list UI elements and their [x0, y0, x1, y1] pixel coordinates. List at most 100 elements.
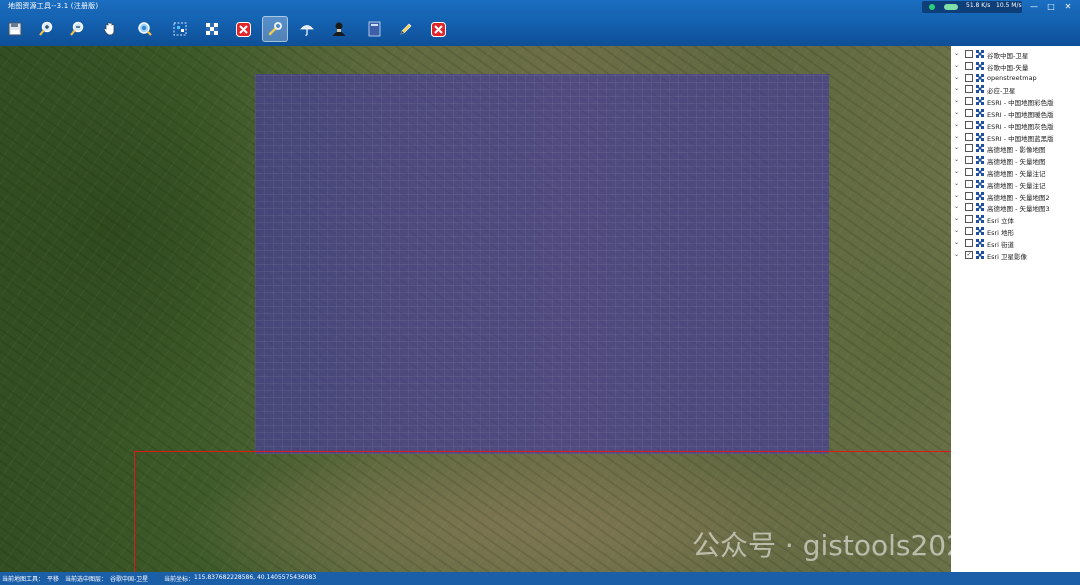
layer-item[interactable]: ⌄ 高德地图 - 矢量注记: [951, 178, 1080, 190]
select-grid-icon: [173, 22, 187, 36]
layer-checkbox[interactable]: [965, 73, 973, 82]
layer-item[interactable]: ⌄ Esri 立体: [951, 213, 1080, 225]
pan-button[interactable]: [99, 18, 121, 40]
layer-checkbox[interactable]: [965, 50, 973, 58]
layer-item[interactable]: ⌄ ESRI - 中国地图暖色版: [951, 107, 1080, 119]
map-canvas[interactable]: 公众号 · gistools2021: [0, 46, 951, 572]
layer-item[interactable]: ⌄ ESRI - 中国地图灰色版: [951, 119, 1080, 131]
zoom-out-button[interactable]: [66, 18, 88, 40]
map-layer-icon: [976, 156, 984, 165]
map-layer-icon: [976, 179, 984, 188]
layer-label: 高德地图 - 矢量注记: [987, 181, 1046, 190]
expand-chevron-icon[interactable]: ⌄: [954, 239, 962, 246]
window-title: 地图资源工具--3.1 (注册版): [8, 2, 99, 10]
expand-chevron-icon[interactable]: ⌄: [954, 121, 962, 128]
layer-label: ESRI - 中国地图暖色版: [987, 111, 1054, 119]
toolbar: [0, 14, 1080, 46]
save-button[interactable]: [4, 18, 26, 40]
layer-checkbox[interactable]: [965, 85, 973, 94]
layer-item[interactable]: ⌄ 高德地图 - 矢量地图3: [951, 201, 1080, 213]
maximize-button[interactable]: □: [1043, 0, 1059, 14]
network-monitor: 51.8 K/s 10.5 M/s: [922, 1, 1022, 13]
toggle-switch[interactable]: [944, 4, 958, 10]
map-layer-icon: [976, 120, 984, 129]
help-button[interactable]: [363, 18, 385, 40]
layer-checkbox[interactable]: [965, 203, 973, 212]
layer-label: 高德地图 - 矢量地图2: [987, 193, 1050, 202]
wrench-icon: [268, 22, 282, 36]
user-icon: [332, 22, 346, 36]
full-extent-button[interactable]: [134, 18, 156, 40]
layer-checkbox[interactable]: [965, 215, 973, 224]
title-bar: 地图资源工具--3.1 (注册版) 51.8 K/s 10.5 M/s — □ …: [0, 0, 1080, 14]
layer-item[interactable]: ⌄ Esri 地形: [951, 225, 1080, 237]
expand-chevron-icon[interactable]: ⌄: [954, 50, 962, 57]
map-layer-icon: [976, 227, 984, 235]
layer-item[interactable]: ⌄ ESRI - 中国地图彩色版: [951, 95, 1080, 107]
map-layer-icon: [976, 109, 984, 117]
layer-item[interactable]: ⌄ openstreetmap: [951, 72, 1080, 84]
layer-checkbox[interactable]: [965, 61, 973, 70]
exit-button[interactable]: [427, 18, 449, 40]
layer-checkbox[interactable]: [965, 179, 973, 188]
draw-button[interactable]: [395, 18, 417, 40]
layer-checkbox[interactable]: [965, 120, 973, 129]
expand-chevron-icon[interactable]: ⌄: [954, 97, 962, 104]
layer-item[interactable]: ⌄ 高德地图 - 矢量地图: [951, 154, 1080, 166]
layer-checkbox[interactable]: [965, 132, 973, 141]
zoom-in-button[interactable]: [35, 18, 57, 40]
layer-label: Esri 地形: [987, 229, 1015, 237]
expand-chevron-icon[interactable]: ⌄: [954, 168, 962, 175]
expand-chevron-icon[interactable]: ⌄: [954, 203, 962, 210]
layer-checkbox[interactable]: [965, 191, 973, 200]
expand-chevron-icon[interactable]: ⌄: [954, 156, 962, 163]
magnifier-globe-icon: [138, 22, 152, 36]
layer-item[interactable]: ⌄ 必应-卫星: [951, 83, 1080, 95]
layer-checkbox[interactable]: [965, 156, 973, 165]
tile-grid-button[interactable]: [201, 18, 223, 40]
expand-chevron-icon[interactable]: ⌄: [954, 133, 962, 140]
expand-chevron-icon[interactable]: ⌄: [954, 180, 962, 187]
layer-checkbox[interactable]: [965, 227, 973, 235]
umbrella-icon: [300, 25, 314, 36]
expand-chevron-icon[interactable]: ⌄: [954, 215, 962, 222]
minimize-button[interactable]: —: [1026, 0, 1042, 14]
layer-label: ESRI - 中国地图彩色版: [987, 99, 1054, 108]
layer-checkbox[interactable]: [965, 168, 973, 176]
expand-chevron-icon[interactable]: ⌄: [954, 251, 962, 258]
expand-chevron-icon[interactable]: ⌄: [954, 74, 962, 81]
layer-checkbox[interactable]: [965, 144, 973, 153]
expand-chevron-icon[interactable]: ⌄: [954, 192, 962, 199]
upload-speed: 51.8 K/s: [966, 2, 991, 9]
layer-checkbox[interactable]: [965, 97, 973, 106]
select-extent-button[interactable]: [169, 18, 191, 40]
layer-checkbox[interactable]: ✓: [965, 250, 973, 259]
layer-item[interactable]: ⌄ 高德地图 - 矢量注记: [951, 166, 1080, 178]
expand-chevron-icon[interactable]: ⌄: [954, 85, 962, 92]
layer-checkbox[interactable]: [965, 238, 973, 247]
expand-chevron-icon[interactable]: ⌄: [954, 144, 962, 151]
clear-button[interactable]: [232, 18, 254, 40]
layer-item[interactable]: ⌄ 谷歌中国-矢量: [951, 60, 1080, 72]
layer-item[interactable]: ⌄ Esri 街道: [951, 237, 1080, 249]
download-button[interactable]: [296, 18, 318, 40]
watermark: 公众号 · gistools2021: [692, 529, 951, 562]
layer-item[interactable]: ⌄ 高德地图 - 矢量地图2: [951, 190, 1080, 202]
map-layer-icon: [976, 215, 984, 224]
layer-item[interactable]: ⌄ 谷歌中国-卫星: [951, 48, 1080, 60]
expand-chevron-icon[interactable]: ⌄: [954, 62, 962, 69]
map-layer-icon: [976, 97, 984, 106]
layer-item[interactable]: ⌄ ✓ Esri 卫星影像: [951, 249, 1080, 261]
layer-label: 必应-卫星: [987, 87, 1016, 96]
close-button[interactable]: ✕: [1060, 0, 1076, 14]
user-button[interactable]: [328, 18, 350, 40]
layer-checkbox[interactable]: [965, 109, 973, 117]
expand-chevron-icon[interactable]: ⌄: [954, 227, 962, 234]
layer-label: 高德地图 - 矢量地图3: [987, 205, 1050, 214]
expand-chevron-icon[interactable]: ⌄: [954, 109, 962, 116]
save-icon: [8, 22, 22, 36]
layer-item[interactable]: ⌄ 高德地图 - 影像地图: [951, 142, 1080, 154]
tools-button[interactable]: [262, 16, 288, 42]
layer-label: 高德地图 - 影像地图: [987, 146, 1046, 155]
layer-item[interactable]: ⌄ ESRI - 中国地图蓝黑版: [951, 131, 1080, 143]
